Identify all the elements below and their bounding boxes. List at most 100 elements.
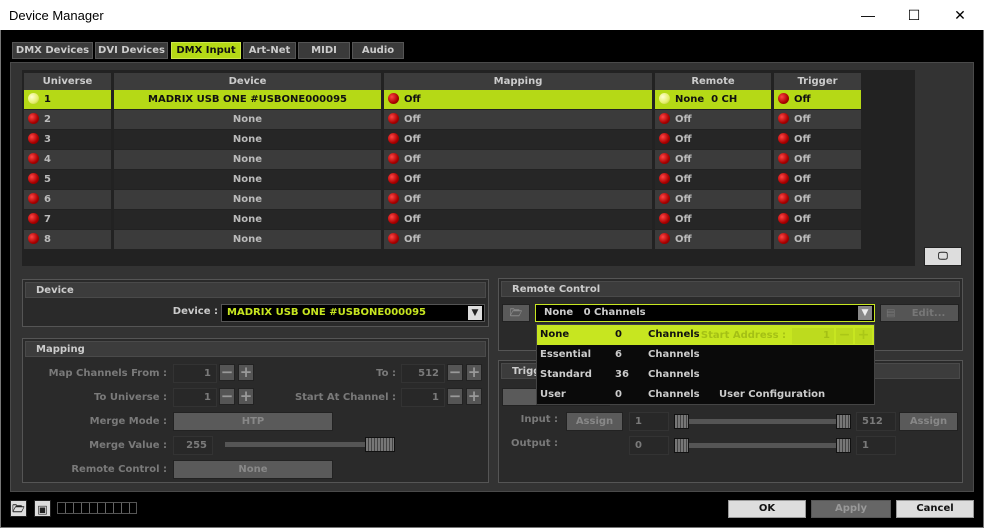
device-cell[interactable]: None [114, 110, 381, 129]
tab-dmx-input[interactable]: DMX Input [171, 42, 241, 59]
device-cell[interactable]: None [114, 170, 381, 189]
input-assign-min-button[interactable]: Assign [566, 412, 623, 431]
device-cell[interactable]: None [114, 130, 381, 149]
map-from-input[interactable]: 1 [173, 364, 217, 383]
trigger-cell[interactable]: Off [774, 190, 861, 209]
trigger-cell[interactable]: Off [774, 130, 861, 149]
chevron-down-icon[interactable]: ▼ [468, 306, 482, 320]
universe-cell[interactable]: 1 [24, 90, 111, 109]
merge-mode-button[interactable]: HTP [173, 412, 333, 431]
input-max[interactable]: 512 [856, 412, 896, 431]
input-assign-max-button[interactable]: Assign [899, 412, 958, 431]
device-cell[interactable]: None [114, 210, 381, 229]
start-address-input[interactable]: 1 [792, 328, 834, 344]
remote-cell[interactable]: Off [655, 170, 771, 189]
output-min[interactable]: 0 [629, 436, 669, 455]
mapping-cell[interactable]: Off [384, 170, 652, 189]
trigger-cell[interactable]: Off [774, 150, 861, 169]
universe-cell[interactable]: 2 [24, 110, 111, 129]
merge-value-input[interactable]: 255 [173, 436, 213, 455]
tab-art-net[interactable]: Art-Net [243, 42, 296, 59]
to-plus[interactable]: + [466, 364, 482, 381]
output-max[interactable]: 1 [856, 436, 896, 455]
remote-control-button[interactable]: None [173, 460, 333, 479]
table-row[interactable]: 1 MADRIX USB ONE #USBONE000095 Off None 0 C… [24, 90, 862, 110]
trigger-cell[interactable]: Off [774, 210, 861, 229]
device-cell[interactable]: MADRIX USB ONE #USBONE000095 [114, 90, 381, 109]
ok-button[interactable]: OK [728, 500, 806, 518]
to-minus[interactable]: − [447, 364, 463, 381]
universe-cell[interactable]: 3 [24, 130, 111, 149]
dropdown-option[interactable]: Standard 36 Channels [537, 365, 874, 385]
table-row[interactable]: 5 None Off Off Off [24, 170, 862, 190]
universe-cell[interactable]: 7 [24, 210, 111, 229]
chevron-down-icon[interactable]: ▼ [858, 306, 872, 320]
input-max-handle[interactable] [836, 414, 851, 429]
cancel-button[interactable]: Cancel [896, 500, 974, 518]
dropdown-option[interactable]: User 0 Channels User Configuration [537, 385, 874, 405]
map-from-plus[interactable]: + [238, 364, 254, 381]
edit-button[interactable]: ▤ Edit... [880, 304, 959, 322]
universe-cell[interactable]: 4 [24, 150, 111, 169]
maximize-button[interactable]: ☐ [891, 0, 937, 30]
input-min-handle[interactable] [674, 414, 689, 429]
remote-cell[interactable]: Off [655, 130, 771, 149]
table-row[interactable]: 6 None Off Off Off [24, 190, 862, 210]
to-input[interactable]: 512 [401, 364, 445, 383]
tab-dmx-devices[interactable]: DMX Devices [12, 42, 93, 59]
start-channel-input[interactable]: 1 [401, 388, 445, 407]
close-button[interactable]: ✕ [937, 0, 983, 30]
to-universe-minus[interactable]: − [219, 388, 235, 405]
to-universe-input[interactable]: 1 [173, 388, 217, 407]
mapping-cell[interactable]: Off [384, 150, 652, 169]
device-cell[interactable]: None [114, 190, 381, 209]
device-cell[interactable]: None [114, 150, 381, 169]
minimize-button[interactable]: — [845, 0, 891, 30]
to-universe-plus[interactable]: + [238, 388, 254, 405]
open-button[interactable]: 🗁 [10, 500, 27, 517]
output-range-slider[interactable] [680, 443, 850, 448]
universe-cell[interactable]: 6 [24, 190, 111, 209]
trigger-cell[interactable]: Off [774, 110, 861, 129]
remote-cell[interactable]: Off [655, 150, 771, 169]
remote-cell[interactable]: Off [655, 110, 771, 129]
start-address-plus[interactable]: + [855, 328, 872, 344]
output-max-handle[interactable] [836, 438, 851, 453]
remote-cell[interactable]: Off [655, 190, 771, 209]
tab-audio[interactable]: Audio [352, 42, 404, 59]
universe-cell[interactable]: 8 [24, 230, 111, 249]
universe-cell[interactable]: 5 [24, 170, 111, 189]
map-from-minus[interactable]: − [219, 364, 235, 381]
remote-cell[interactable]: None 0 CH [655, 90, 771, 109]
trigger-cell[interactable]: Off [774, 170, 861, 189]
tab-midi[interactable]: MIDI [298, 42, 350, 59]
device-select[interactable]: MADRIX USB ONE #USBONE000095 ▼ [221, 304, 485, 322]
save-button[interactable]: ▣ [34, 500, 51, 517]
apply-button[interactable]: Apply [811, 500, 891, 518]
mapping-cell[interactable]: Off [384, 110, 652, 129]
start-channel-minus[interactable]: − [447, 388, 463, 405]
input-range-slider[interactable] [680, 419, 850, 424]
mapping-cell[interactable]: Off [384, 90, 652, 109]
output-min-handle[interactable] [674, 438, 689, 453]
trigger-cell[interactable]: Off [774, 230, 861, 249]
tab-dvi-devices[interactable]: DVI Devices [95, 42, 168, 59]
mapping-cell[interactable]: Off [384, 210, 652, 229]
remote-cell[interactable]: Off [655, 210, 771, 229]
device-cell[interactable]: None [114, 230, 381, 249]
monitor-button[interactable]: 🖵 [924, 247, 962, 266]
remote-cell[interactable]: Off [655, 230, 771, 249]
remote-select[interactable]: None 0 Channels ▼ [535, 304, 875, 322]
table-row[interactable]: 7 None Off Off Off [24, 210, 862, 230]
open-remote-button[interactable]: 🗁 [502, 304, 530, 322]
merge-value-slider-handle[interactable] [365, 437, 395, 452]
mapping-cell[interactable]: Off [384, 130, 652, 149]
dropdown-option[interactable]: Essential 6 Channels [537, 345, 874, 365]
trigger-cell[interactable]: Off [774, 90, 861, 109]
table-row[interactable]: 3 None Off Off Off [24, 130, 862, 150]
table-row[interactable]: 4 None Off Off Off [24, 150, 862, 170]
start-channel-plus[interactable]: + [466, 388, 482, 405]
mapping-cell[interactable]: Off [384, 190, 652, 209]
table-row[interactable]: 2 None Off Off Off [24, 110, 862, 130]
merge-value-slider[interactable] [225, 442, 365, 447]
